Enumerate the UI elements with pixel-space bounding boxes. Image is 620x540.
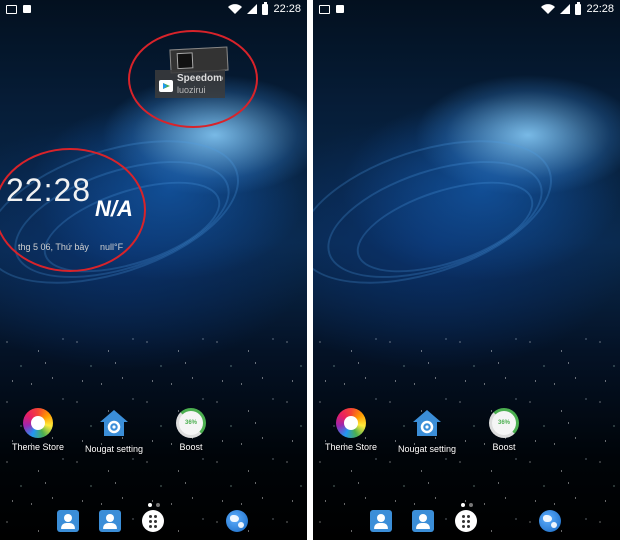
home-gear-icon — [100, 410, 128, 436]
store-notification-icon — [336, 5, 344, 13]
clock-weather: N/A — [95, 196, 133, 221]
page-dot[interactable] — [460, 503, 465, 507]
app-nougat-setting[interactable]: Nougat setting — [79, 408, 149, 454]
contacts-icon[interactable] — [370, 510, 392, 532]
page-dot[interactable] — [155, 503, 160, 507]
play-store-icon — [159, 80, 173, 92]
boost-icon: 36% — [489, 408, 519, 438]
image-notification-icon — [319, 4, 330, 14]
status-bar: 22:28 — [313, 0, 620, 18]
boost-percent: 36% — [184, 420, 197, 426]
wallpaper-swirl — [346, 163, 544, 291]
app-boost[interactable]: 36% Boost — [469, 408, 539, 452]
app-label: Theme Store — [324, 442, 378, 452]
app-label: Boost — [492, 442, 516, 452]
signal-icon — [247, 4, 258, 14]
home-gear-icon — [413, 410, 441, 436]
app-theme-store[interactable]: Theme Store — [316, 408, 386, 452]
flower-icon — [336, 408, 366, 438]
widget-subtitle: luozirui — [177, 85, 206, 95]
store-notification-icon — [23, 5, 31, 13]
app-drawer-icon[interactable] — [455, 510, 477, 532]
boost-percent: 36% — [497, 420, 510, 426]
wifi-icon — [541, 4, 556, 14]
app-label: Nougat setting — [84, 444, 144, 454]
status-time: 22:28 — [586, 3, 614, 15]
battery-icon — [262, 1, 269, 15]
wifi-icon — [228, 4, 243, 14]
app-label: Nougat setting — [397, 444, 457, 454]
speedometer-device-icon — [176, 52, 194, 70]
boost-icon: 36% — [176, 408, 206, 438]
page-dot[interactable] — [147, 503, 152, 507]
clock-date: thg 5 06, Thứ bảy — [18, 242, 89, 252]
contacts-icon[interactable] — [99, 510, 121, 532]
battery-icon — [575, 1, 582, 15]
app-drawer-icon[interactable] — [142, 510, 164, 532]
app-label: Boost — [179, 442, 203, 452]
clock-temperature: null°F — [100, 242, 124, 252]
widget-title: Speedome — [177, 73, 223, 84]
home-screen-after: 22:28 Theme Store Nougat setting 36% Boo… — [313, 0, 620, 540]
home-screen-before: 22:28 Speedome luozirui 22:28 N/A thg 5 … — [0, 0, 307, 540]
image-notification-icon — [6, 4, 17, 14]
wallpaper-swirl — [313, 112, 570, 312]
app-nougat-setting[interactable]: Nougat setting — [392, 408, 462, 454]
wallpaper-swirl — [313, 137, 557, 302]
flower-icon — [23, 408, 53, 438]
page-dot[interactable] — [468, 503, 473, 507]
signal-icon — [560, 4, 571, 14]
app-theme-store[interactable]: Theme Store — [3, 408, 73, 452]
status-bar: 22:28 — [0, 0, 307, 18]
contacts-icon[interactable] — [57, 510, 79, 532]
widget-label-box: Speedome luozirui — [155, 70, 225, 98]
browser-globe-icon[interactable] — [539, 510, 561, 532]
contacts-icon[interactable] — [412, 510, 434, 532]
browser-globe-icon[interactable] — [226, 510, 248, 532]
app-label: Theme Store — [11, 442, 65, 452]
app-boost[interactable]: 36% Boost — [156, 408, 226, 452]
widget-drag-preview[interactable]: Speedome luozirui — [155, 46, 229, 100]
clock-time[interactable]: 22:28 — [6, 172, 91, 209]
status-time: 22:28 — [273, 3, 301, 15]
